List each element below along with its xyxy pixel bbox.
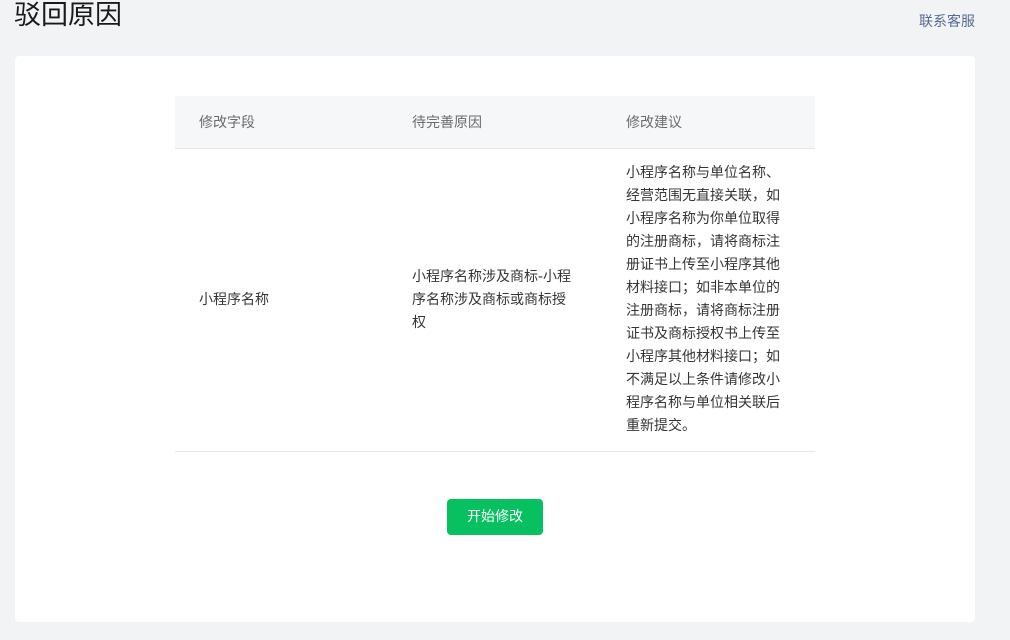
column-header-suggestion: 修改建议	[626, 115, 682, 131]
rejection-table: 修改字段 待完善原因 修改建议 小程序名称 小程序名称涉及商标-小程序名称涉及商…	[175, 96, 815, 452]
cell-field: 小程序名称	[199, 291, 269, 308]
table-header: 修改字段 待完善原因 修改建议	[175, 96, 815, 149]
action-bar: 开始修改	[15, 499, 975, 535]
rejection-card: 修改字段 待完善原因 修改建议 小程序名称 小程序名称涉及商标-小程序名称涉及商…	[15, 56, 975, 622]
page-title: 驳回原因	[14, 0, 122, 31]
start-edit-button[interactable]: 开始修改	[447, 499, 543, 535]
column-header-reason: 待完善原因	[412, 115, 482, 131]
cell-reason: 小程序名称涉及商标-小程序名称涉及商标或商标授权	[412, 268, 572, 331]
contact-support-link[interactable]: 联系客服	[919, 12, 975, 32]
cell-suggestion: 小程序名称与单位名称、经营范围无直接关联，如小程序名称为你单位取得的注册商标，请…	[626, 165, 780, 434]
column-header-field: 修改字段	[199, 115, 255, 131]
table-row: 小程序名称 小程序名称涉及商标-小程序名称涉及商标或商标授权 小程序名称与单位名…	[175, 149, 815, 452]
